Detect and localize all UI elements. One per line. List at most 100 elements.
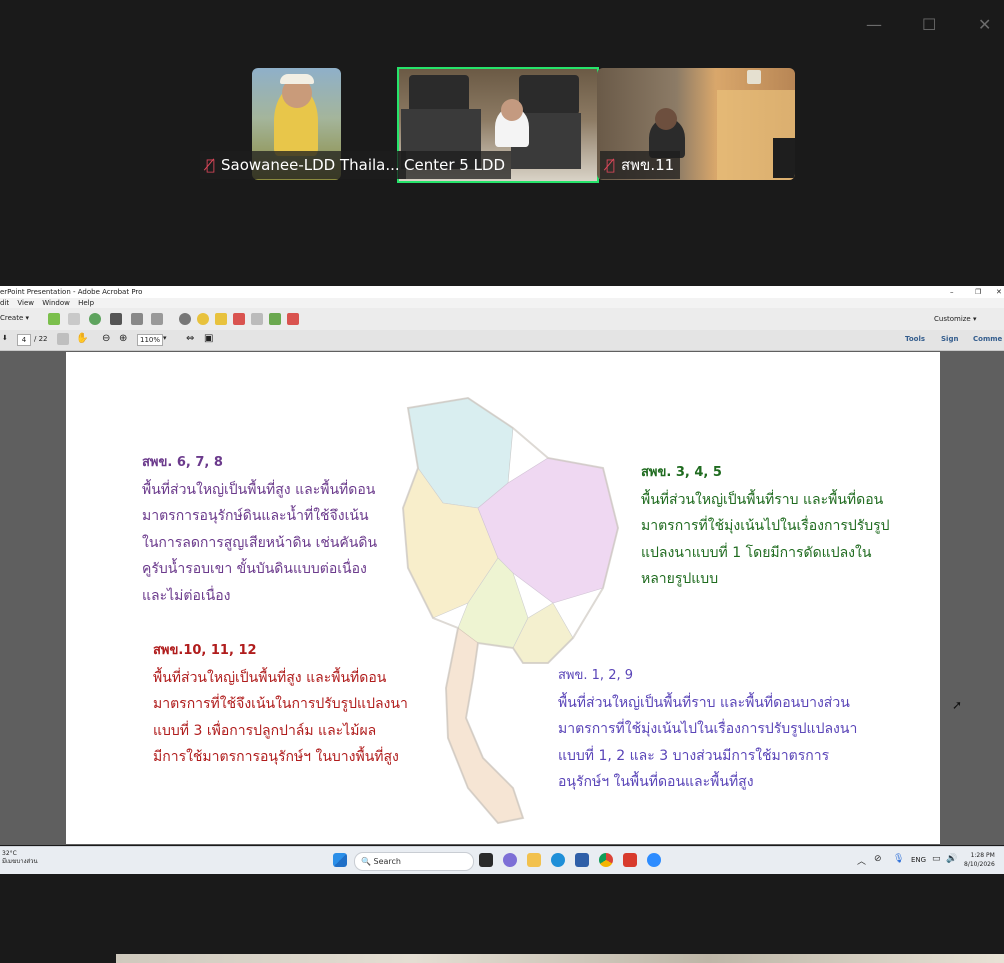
menu-edit[interactable]: dit: [0, 299, 9, 307]
maximize-icon[interactable]: ☐: [922, 14, 936, 36]
block-line: และไม่ต่อเนื่อง: [142, 587, 231, 604]
block-line: มาตรการอนุรักษ์ดินและน้ำที่ใช้จึงเน้น: [142, 508, 369, 524]
zoom-in-icon[interactable]: ⊕: [119, 333, 127, 344]
block-line: พื้นที่ส่วนใหญ่เป็นพื้นที่ราบ และพื้นที่…: [641, 491, 884, 508]
mic-muted-icon: 🎙̸: [606, 156, 616, 174]
search-placeholder: Search: [373, 857, 401, 866]
block-line: คูรับน้ำรอบเขา ขั้นบันดินแบบต่อเนื่อง: [142, 561, 367, 577]
window-title: erPoint Presentation - Adobe Acrobat Pro: [0, 288, 143, 296]
zoom-icon[interactable]: [647, 853, 661, 867]
display-icon[interactable]: ▭: [932, 854, 941, 864]
copilot-icon[interactable]: [503, 853, 517, 867]
print-icon[interactable]: [110, 313, 122, 325]
weather-widget[interactable]: 32°C มีเมฆบางส่วน: [2, 850, 38, 866]
hand-tool-icon[interactable]: ✋: [76, 333, 88, 344]
fit-width-icon[interactable]: ⇔: [186, 333, 194, 344]
zoom-field[interactable]: 110%: [137, 334, 163, 346]
select-tool-icon[interactable]: [57, 333, 69, 345]
text-block-sw: สพข.10, 11, 12 พื้นที่ส่วนใหญ่เป็นพื้นที…: [153, 638, 408, 771]
save-icon[interactable]: [68, 313, 80, 325]
participant-name-2: Center 5 LDD: [398, 151, 512, 179]
restore-icon[interactable]: ❐: [975, 286, 981, 298]
block-line: หลายรูปแบบ: [641, 571, 719, 587]
highlight-icon[interactable]: [215, 313, 227, 325]
protect-icon[interactable]: [287, 313, 299, 325]
map-south-region: [445, 627, 524, 824]
block-line: แปลงนาแบบที่ 1 โดยมีการดัดแปลงใน: [641, 544, 872, 561]
block-header: สพข.10, 11, 12: [153, 643, 257, 658]
block-line: แบบที่ 3 เพื่อการปลูกปาล์ม และไม้ผล: [153, 722, 377, 739]
export-icon[interactable]: [269, 313, 281, 325]
zoom-out-icon[interactable]: ⊖: [102, 333, 110, 344]
text-block-se: สพข. 1, 2, 9 พื้นที่ส่วนใหญ่เป็นพื้นที่ร…: [558, 663, 857, 796]
menu-bar: dit View Window Help: [0, 298, 1004, 308]
block-line: พื้นที่ส่วนใหญ่เป็นพื้นที่สูง และพื้นที่…: [153, 669, 387, 686]
block-line: แบบที่ 1, 2 และ 3 บางส่วนมีการใช้มาตรการ: [558, 747, 830, 764]
menu-window[interactable]: Window: [42, 299, 70, 307]
edit-icon[interactable]: [131, 313, 143, 325]
block-line: อนุรักษ์ฯ ในพื้นที่ดอนและพื้นที่สูง: [558, 774, 754, 790]
mic-muted-icon: 🎙̸: [206, 156, 216, 174]
text-block-ne: สพข. 3, 4, 5 พื้นที่ส่วนใหญ่เป็นพื้นที่ร…: [641, 460, 890, 593]
mic-icon[interactable]: 🎙: [893, 854, 904, 864]
sign-tab[interactable]: Sign: [941, 335, 958, 343]
comment-tab[interactable]: Comme: [973, 335, 1002, 343]
block-header: สพข. 3, 4, 5: [641, 465, 722, 480]
block-header: สพข. 6, 7, 8: [142, 455, 223, 470]
close-icon[interactable]: ✕: [978, 14, 991, 36]
min-icon[interactable]: –: [950, 286, 954, 298]
participant-name-1: 🎙̸ Saowanee-LDD Thaila...: [200, 151, 406, 179]
task-view-icon[interactable]: [479, 853, 493, 867]
tools-tab[interactable]: Tools: [905, 335, 925, 343]
customize-button[interactable]: Customize ▾: [934, 315, 976, 323]
chrome-icon[interactable]: [599, 853, 613, 867]
search-icon: 🔍: [361, 857, 371, 866]
menu-view[interactable]: View: [17, 299, 34, 307]
block-line: มาตรการที่ใช้จึงเน้นในการปรับรูปแปลงนา: [153, 696, 408, 712]
nav-toolbar: ⬇ 4 / 22 ✋ ⊖ ⊕ 110% ▾ ⇔ ▣ Tools Sign Com…: [0, 330, 1004, 351]
clock-date: 8/10/2026: [964, 861, 995, 868]
minimize-icon[interactable]: —: [866, 14, 882, 36]
settings-icon[interactable]: [179, 313, 191, 325]
file-explorer-icon[interactable]: [527, 853, 541, 867]
cloud-icon[interactable]: [89, 313, 101, 325]
block-line: มีการใช้มาตรการอนุรักษ์ฯ ในบางพื้นที่สูง: [153, 749, 399, 765]
weather-temp: 32°C: [2, 850, 17, 857]
block-line: พื้นที่ส่วนใหญ่เป็นพื้นที่ราบ และพื้นที่…: [558, 694, 850, 711]
chevron-up-icon[interactable]: ︿: [857, 854, 866, 867]
language-indicator[interactable]: ENG: [911, 856, 926, 864]
start-icon[interactable]: [333, 853, 347, 867]
compare-icon[interactable]: [251, 313, 263, 325]
create-button[interactable]: Create ▾: [0, 314, 29, 322]
acrobat-icon[interactable]: [623, 853, 637, 867]
next-page-icon[interactable]: ⬇: [2, 334, 8, 342]
search-box[interactable]: 🔍 Search: [354, 852, 474, 871]
background-strip: [116, 954, 1004, 963]
comment-icon[interactable]: [197, 313, 209, 325]
windows-taskbar: 32°C มีเมฆบางส่วน 🔍 Search ︿ ⊘ 🎙 ENG ▭ 🔊…: [0, 846, 1004, 874]
clock[interactable]: 1:28 PM 8/10/2026: [964, 851, 995, 869]
volume-icon[interactable]: 🔊: [946, 854, 957, 864]
page-total: / 22: [34, 335, 48, 343]
close-icon[interactable]: ✕: [996, 286, 1002, 298]
block-line: พื้นที่ส่วนใหญ่เป็นพื้นที่สูง และพื้นที่…: [142, 481, 376, 498]
block-line: ในการลดการสูญเสียหน้าดิน เช่นคันดิน: [142, 534, 378, 551]
zoom-dropdown-icon[interactable]: ▾: [163, 334, 167, 342]
mouse-cursor-icon: ➚: [952, 698, 963, 712]
block-header: สพข. 1, 2, 9: [558, 668, 633, 683]
fit-page-icon[interactable]: ▣: [204, 333, 213, 344]
main-toolbar: Create ▾ Customize ▾: [0, 308, 1004, 331]
clock-time: 1:28 PM: [970, 852, 995, 859]
network-icon[interactable]: ⊘: [874, 854, 882, 864]
page-number-input[interactable]: 4: [17, 334, 31, 346]
menu-help[interactable]: Help: [78, 299, 94, 307]
participant-name-3: 🎙̸ สพข.11: [600, 151, 681, 179]
store-icon[interactable]: [575, 853, 589, 867]
text-block-nw: สพข. 6, 7, 8 พื้นที่ส่วนใหญ่เป็นพื้นที่ส…: [142, 450, 377, 609]
stamp-icon[interactable]: [233, 313, 245, 325]
edge-icon[interactable]: [551, 853, 565, 867]
block-line: มาตรการที่ใช้มุ่งเน้นไปในเรื่องการปรับรู…: [641, 518, 890, 534]
open-icon[interactable]: [48, 313, 60, 325]
shared-screen: erPoint Presentation - Adobe Acrobat Pro…: [0, 286, 1004, 845]
mail-icon[interactable]: [151, 313, 163, 325]
